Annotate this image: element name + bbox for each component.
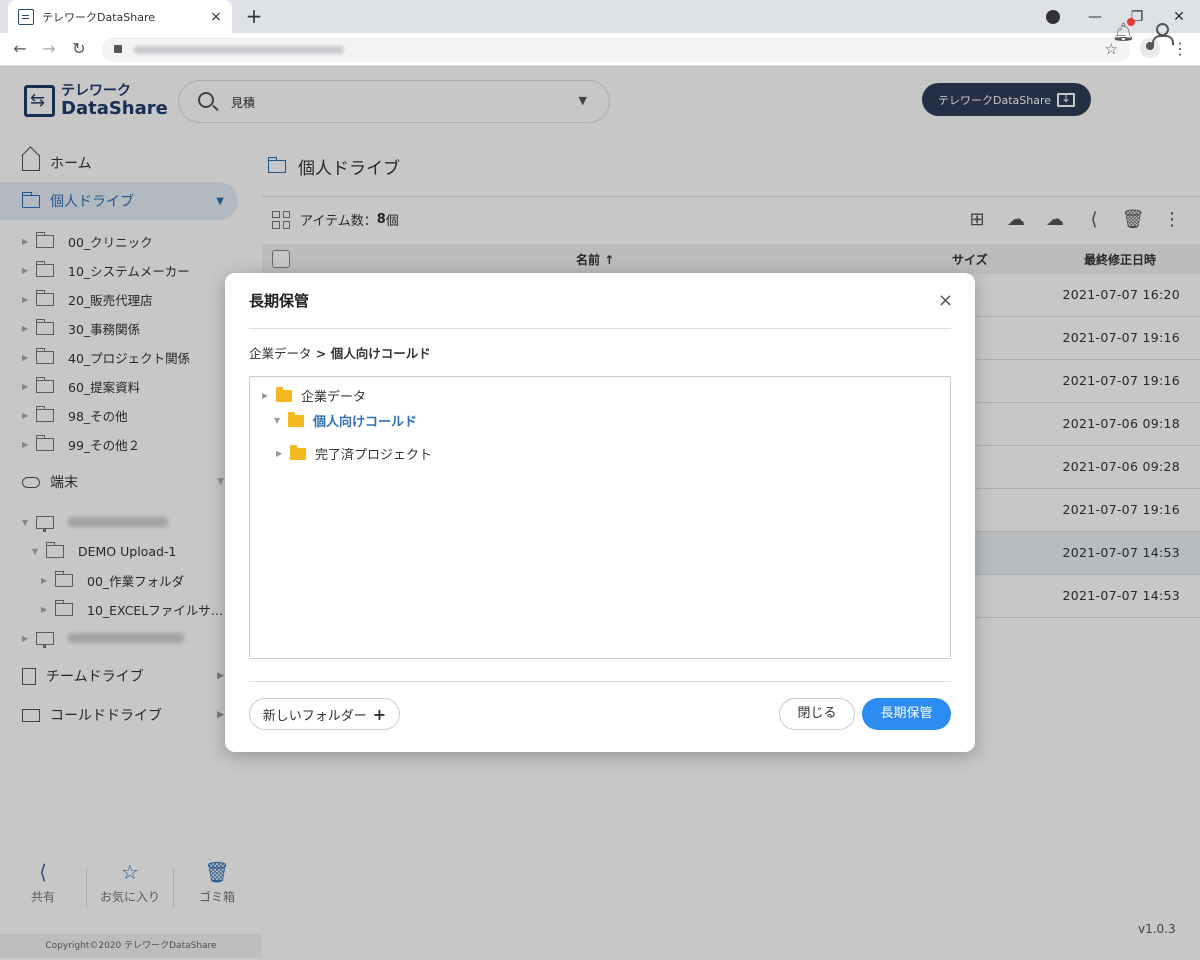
tree-folder[interactable]: ▶ 企業データ [262,386,366,405]
tree-folder[interactable]: ▶ 完了済プロジェクト [276,444,432,463]
divider [249,328,951,329]
browser-tabbar: テレワークDataShare × + — ❐ ✕ [0,0,1200,33]
close-icon[interactable]: × [938,292,953,310]
folder-icon [276,386,292,402]
back-icon[interactable]: ← [9,38,31,60]
dialog-title: 長期保管 [249,292,310,310]
notification-dot [1127,18,1135,26]
tree-folder-label: 完了済プロジェクト [315,448,433,463]
breadcrumb-current: 個人向けコールド [330,346,431,361]
tab-title: テレワークDataShare [42,10,156,24]
new-tab-button[interactable]: + [242,4,266,28]
plus-icon: + [372,704,387,724]
minimize-icon[interactable]: — [1074,9,1116,25]
favicon-icon [18,8,34,25]
close-button[interactable]: 閉じる [779,698,855,730]
divider [249,681,951,682]
collapse-icon[interactable]: ▼ [274,416,288,425]
breadcrumb-separator: > [311,346,331,361]
lock-icon [114,45,122,53]
tree-folder-label: 個人向けコールド [313,415,418,430]
expand-icon[interactable]: ▶ [276,449,290,458]
expand-icon[interactable]: ▶ [262,391,276,400]
forward-icon[interactable]: → [38,38,60,60]
browser-address-bar: ← → ↻ ☆ ⋮ [0,33,1200,66]
url-blurred [134,46,344,54]
browser-menu-icon[interactable]: ⋮ [1172,39,1188,58]
breadcrumb: 企業データ > 個人向けコールド [249,343,431,362]
archive-button[interactable]: 長期保管 [862,698,951,730]
tree-folder-label: 企業データ [301,390,367,405]
url-omnibox[interactable]: ☆ [102,37,1130,62]
tab-close-icon[interactable]: × [208,9,224,25]
folder-tree: ▶ 企業データ ▼ 個人向けコールド ▶ 完了済プロジェクト [249,376,951,659]
new-folder-label: 新しいフォルダー [262,708,367,724]
breadcrumb-root[interactable]: 企業データ [249,346,312,361]
user-icon[interactable] [1152,23,1174,45]
browser-tab[interactable]: テレワークDataShare × [8,0,232,33]
new-folder-button[interactable]: 新しいフォルダー + [249,698,400,730]
profile-indicator-icon[interactable] [1046,9,1060,24]
reload-icon[interactable]: ↻ [68,38,90,60]
folder-icon [288,411,304,427]
archive-dialog: 長期保管 × 企業データ > 個人向けコールド ▶ 企業データ ▼ 個人向けコー… [225,273,975,752]
folder-icon [290,444,306,460]
tree-folder-selected[interactable]: ▼ 個人向けコールド [274,411,417,430]
